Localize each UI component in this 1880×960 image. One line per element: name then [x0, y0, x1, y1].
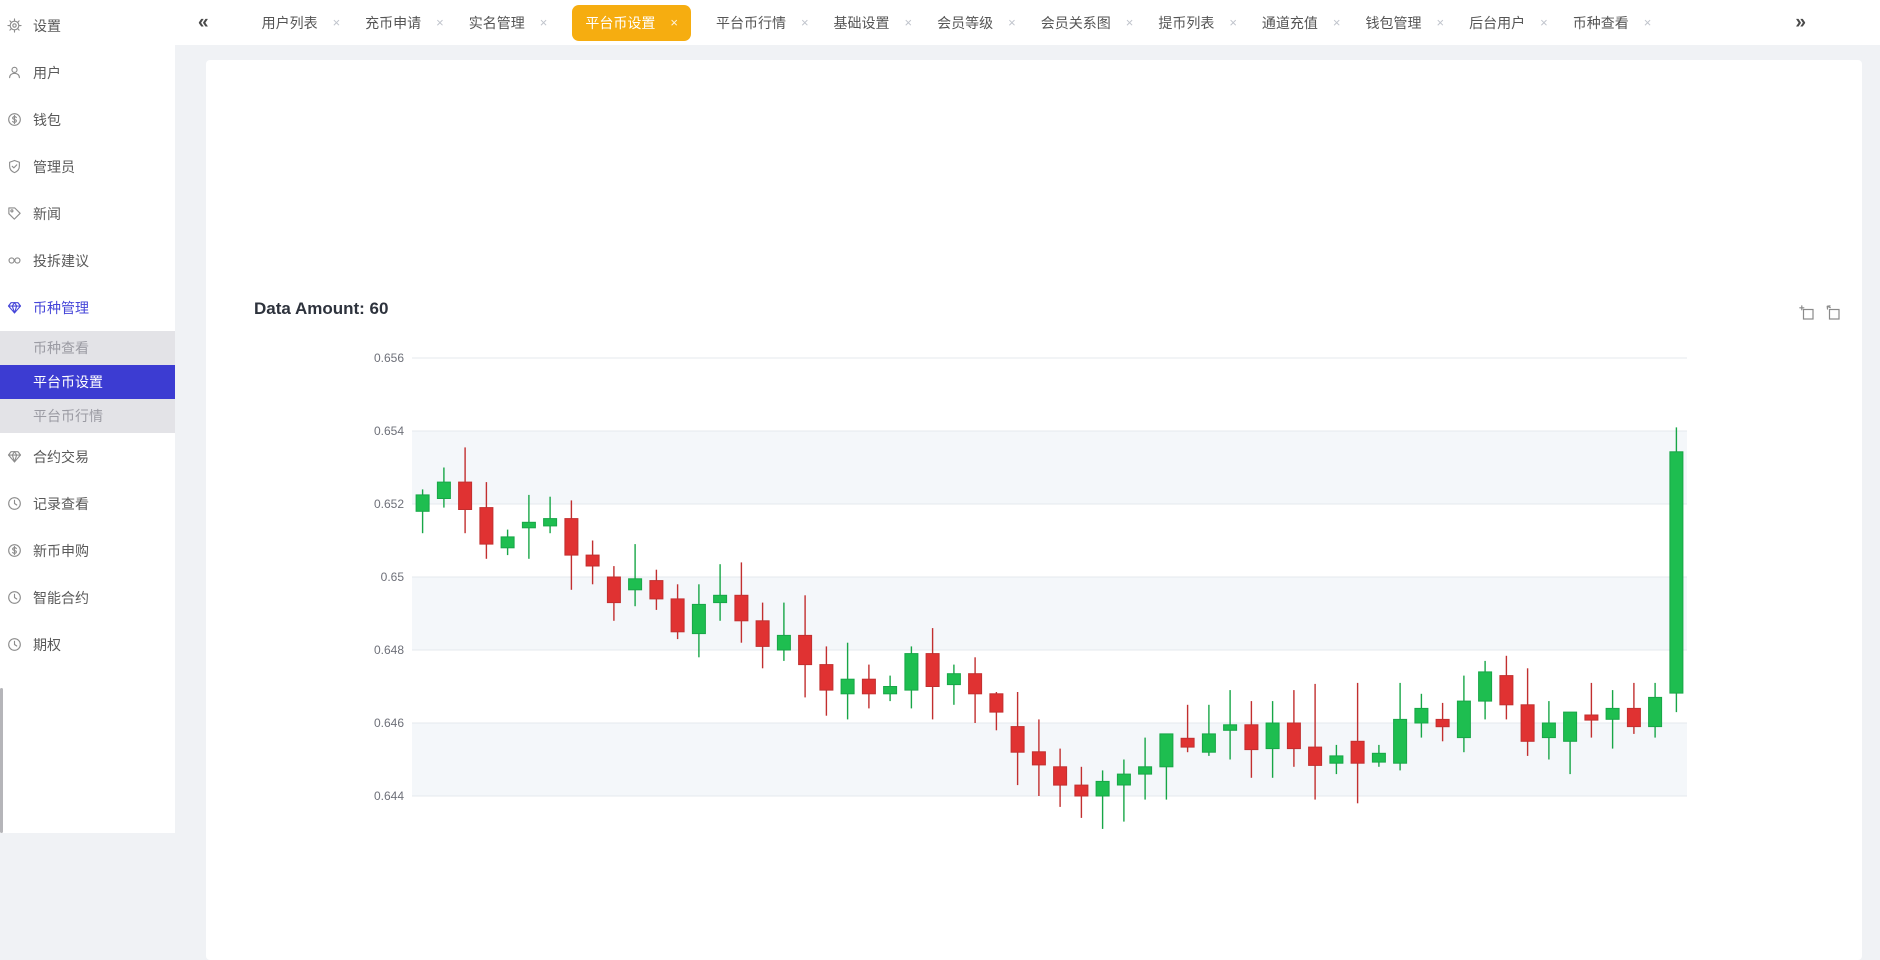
history-icon — [7, 496, 22, 511]
tab-基础设置[interactable]: 基础设置 × — [834, 13, 913, 33]
sidebar-item[interactable]: 合约交易 — [0, 433, 175, 480]
contract-diamond-icon — [7, 449, 22, 464]
tab-通道充值[interactable]: 通道充值 × — [1262, 13, 1341, 33]
tab-label: 平台币行情 — [715, 14, 786, 31]
sidebar-item-label: 记录查看 — [33, 495, 89, 512]
tab-close-icon[interactable]: × — [801, 16, 809, 29]
admin-shield-icon — [7, 159, 22, 174]
sidebar-submenu: 币种查看 平台币设置 平台币行情 — [0, 331, 175, 433]
tab-后台用户[interactable]: 后台用户 × — [1469, 13, 1548, 33]
sidebar-item-label: 管理员 — [33, 158, 75, 175]
sidebar-item[interactable]: 记录查看 — [0, 480, 175, 527]
tab-label: 币种查看 — [1572, 14, 1629, 31]
tab-label: 会员等级 — [937, 14, 994, 31]
tab-label: 钱包管理 — [1365, 14, 1422, 31]
gear-icon — [7, 18, 22, 33]
tab-label: 充币申请 — [365, 14, 422, 31]
tabs-list: 用户列表 × 充币申请 × 实名管理 × 平台币设置 × 平台币行情 × 基础设置 × 会员等级 × 会员关… — [262, 4, 1677, 41]
sidebar-scrollbar[interactable] — [0, 688, 3, 833]
sidebar-item[interactable]: 期权 — [0, 621, 175, 668]
tab-label: 通道充值 — [1261, 14, 1318, 31]
tab-label: 平台币设置 — [585, 14, 656, 31]
user-icon — [7, 65, 22, 80]
tab-close-icon[interactable]: × — [905, 16, 913, 29]
sidebar-item[interactable]: 投拆建议 — [0, 237, 175, 284]
sidebar-item-label: 新闻 — [33, 205, 61, 222]
tab-close-icon[interactable]: × — [1540, 16, 1548, 29]
sidebar-item[interactable]: 钱包 — [0, 96, 175, 143]
sidebar-item[interactable]: 用户 — [0, 49, 175, 96]
tab-提币列表[interactable]: 提币列表 × — [1158, 13, 1237, 33]
new-coin-icon — [7, 543, 22, 558]
tabs-scroll-left-icon[interactable]: « — [194, 12, 213, 34]
sidebar-subitem[interactable]: 币种查看 — [0, 331, 175, 365]
sidebar-item[interactable]: 设置 — [0, 2, 175, 49]
sidebar-item-label: 用户 — [33, 64, 61, 81]
tab-平台币设置[interactable]: 平台币设置 × — [572, 4, 691, 41]
feedback-icon — [7, 253, 22, 268]
tab-close-icon[interactable]: × — [1229, 16, 1237, 29]
sidebar-item-label: 新币申购 — [33, 542, 89, 559]
wallet-icon — [7, 112, 22, 127]
tab-实名管理[interactable]: 实名管理 × — [469, 13, 548, 33]
tab-用户列表[interactable]: 用户列表 × — [262, 13, 341, 33]
tab-close-icon[interactable]: × — [333, 16, 341, 29]
tab-label: 后台用户 — [1469, 14, 1526, 31]
coin-diamond-icon — [7, 300, 22, 315]
tab-label: 用户列表 — [261, 14, 318, 31]
box-zoom-icon[interactable] — [1799, 305, 1816, 322]
options-icon — [7, 637, 22, 652]
tab-会员关系图[interactable]: 会员关系图 × — [1041, 13, 1134, 33]
tabbar: « 用户列表 × 充币申请 × 实名管理 × 平台币设置 × 平台币行情 × 基础设置 × 会员等级 × 会… — [175, 0, 1880, 45]
tab-label: 基础设置 — [833, 14, 890, 31]
sidebar-item-label: 合约交易 — [33, 448, 89, 465]
sidebar-item[interactable]: 管理员 — [0, 143, 175, 190]
sidebar: 设置用户钱包管理员新闻投拆建议币种管理币种查看 平台币设置 平台币行情合约交易记录查… — [0, 0, 175, 833]
sidebar-item-label: 期权 — [33, 636, 61, 653]
sidebar-subitem[interactable]: 平台币行情 — [0, 399, 175, 433]
tab-close-icon[interactable]: × — [436, 16, 444, 29]
sidebar-subitem[interactable]: 平台币设置 — [0, 365, 175, 399]
tab-会员等级[interactable]: 会员等级 × — [937, 13, 1016, 33]
sidebar-item[interactable]: 新币申购 — [0, 527, 175, 574]
tab-label: 提币列表 — [1158, 14, 1215, 31]
sidebar-item-label: 设置 — [33, 17, 61, 34]
tab-充币申请[interactable]: 充币申请 × — [365, 13, 444, 33]
tab-label: 会员关系图 — [1040, 14, 1111, 31]
sidebar-item-label: 智能合约 — [33, 589, 89, 606]
tab-平台币行情[interactable]: 平台币行情 × — [716, 13, 809, 33]
sidebar-item-label: 钱包 — [33, 111, 61, 128]
sidebar-item-label: 投拆建议 — [33, 252, 89, 269]
tab-close-icon[interactable]: × — [1126, 16, 1134, 29]
sidebar-item-label: 币种管理 — [33, 299, 89, 316]
tab-币种查看[interactable]: 币种查看 × — [1573, 13, 1652, 33]
tabs-scroll-right-icon[interactable]: » — [1791, 12, 1810, 34]
tab-钱包管理[interactable]: 钱包管理 × — [1366, 13, 1445, 33]
tab-close-icon[interactable]: × — [1008, 16, 1016, 29]
tab-close-icon[interactable]: × — [670, 16, 678, 29]
restore-icon[interactable] — [1825, 305, 1842, 322]
data-amount-label: Data Amount: 60 — [254, 299, 389, 318]
platform-coin-settings-panel — [206, 60, 1862, 960]
sidebar-item[interactable]: 新闻 — [0, 190, 175, 237]
tab-close-icon[interactable]: × — [1437, 16, 1445, 29]
news-tag-icon — [7, 206, 22, 221]
tab-close-icon[interactable]: × — [1333, 16, 1341, 29]
tab-label: 实名管理 — [468, 14, 525, 31]
sidebar-item[interactable]: 币种管理 — [0, 284, 175, 331]
sidebar-item[interactable]: 智能合约 — [0, 574, 175, 621]
tab-close-icon[interactable]: × — [1644, 16, 1652, 29]
tab-close-icon[interactable]: × — [540, 16, 548, 29]
smart-contract-icon — [7, 590, 22, 605]
